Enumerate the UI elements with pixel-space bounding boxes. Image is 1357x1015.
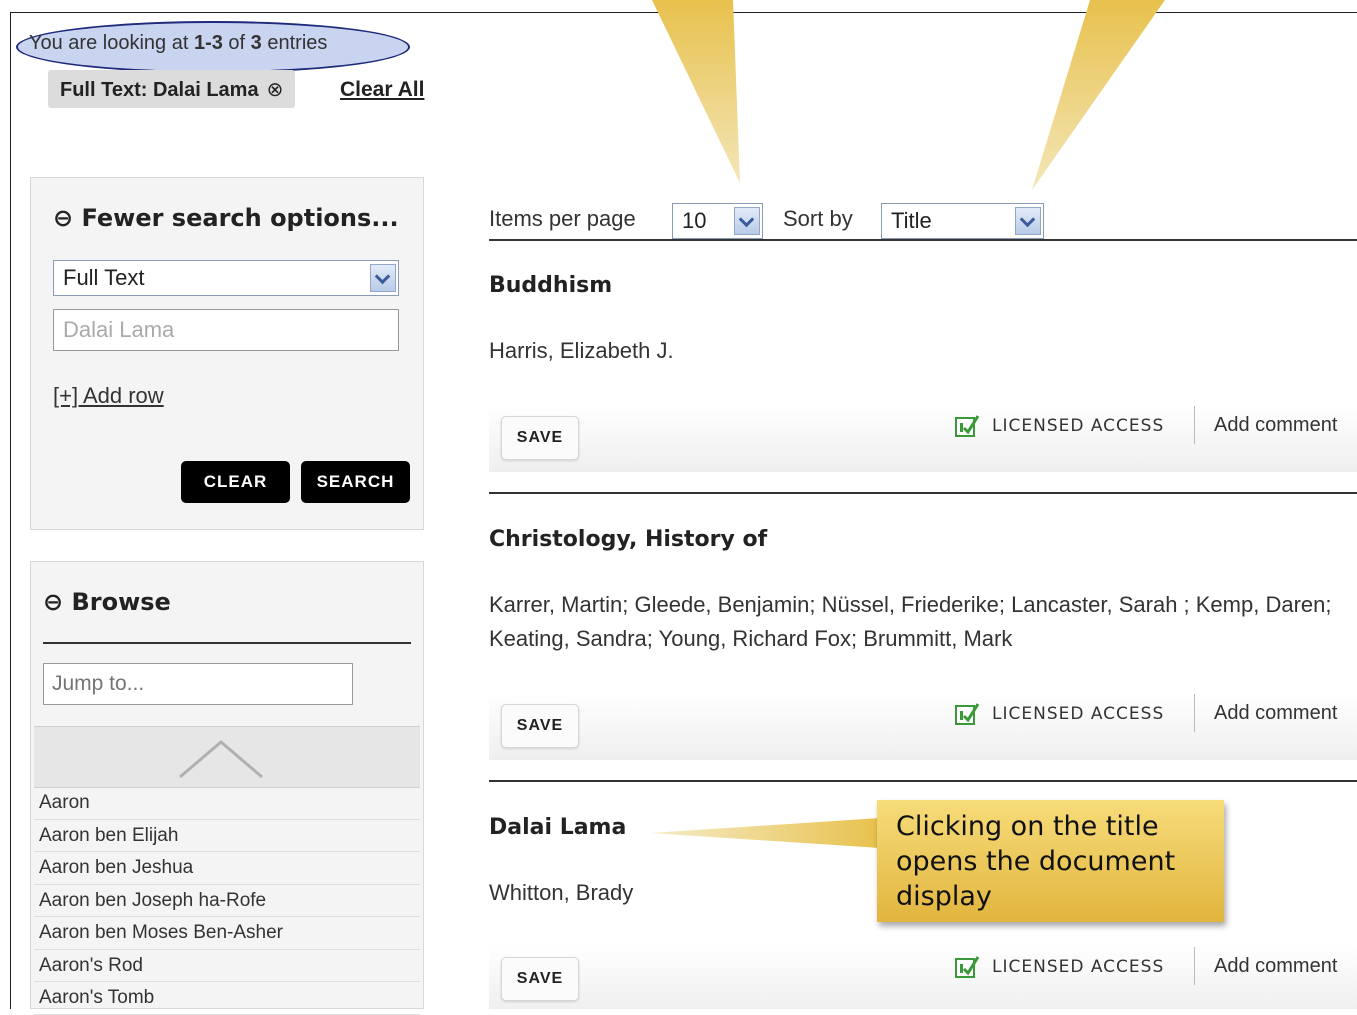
results-header-divider <box>489 239 1357 241</box>
summary-total: 3 <box>250 32 262 54</box>
add-row-link[interactable]: [+] Add row <box>53 383 164 409</box>
summary-prefix: You are looking at <box>29 32 189 54</box>
licensed-access-label: LICENSED ACCESS <box>992 416 1165 436</box>
search-field-value: Full Text <box>63 265 145 290</box>
result-title-buddhism[interactable]: Buddhism <box>489 273 612 298</box>
chevron-up-icon <box>179 740 263 779</box>
callout-text: Clicking on the title opens the document… <box>896 811 1176 912</box>
result-action-bar: SAVE LICENSED ACCESS Add comment <box>489 692 1357 760</box>
search-options-panel: ⊖ Fewer search options... Full Text Dala… <box>30 177 424 530</box>
active-filter-label: Full Text: Dalai Lama <box>60 79 259 101</box>
results-summary: You are looking at 1-3 of 3 entries <box>29 32 327 55</box>
sort-by-select[interactable]: Title <box>881 203 1044 239</box>
action-divider <box>1194 947 1195 985</box>
browse-divider <box>43 642 411 644</box>
licensed-access-icon <box>955 703 980 725</box>
circled-x-icon[interactable]: ⊗ <box>267 79 284 101</box>
active-filter-chip[interactable]: Full Text: Dalai Lama ⊗ <box>48 70 296 108</box>
result-action-bar: SAVE LICENSED ACCESS Add comment <box>489 404 1357 472</box>
result-authors: Harris, Elizabeth J. <box>489 338 674 363</box>
action-divider <box>1194 406 1195 444</box>
result-authors: Karrer, Martin; Gleede, Benjamin; Nüssel… <box>489 592 1332 651</box>
save-button[interactable]: SAVE <box>501 416 579 460</box>
browse-item-aarons-tomb[interactable]: Aaron's Tomb <box>34 982 420 1015</box>
chevron-down-icon[interactable] <box>1015 207 1041 235</box>
result-title-dalai-lama[interactable]: Dalai Lama <box>489 815 626 840</box>
summary-range: 1-3 <box>193 32 223 54</box>
add-comment-link[interactable]: Add comment <box>1214 414 1337 437</box>
items-per-page-value: 10 <box>682 208 707 233</box>
licensed-access-label: LICENSED ACCESS <box>992 704 1165 724</box>
clear-all-link[interactable]: Clear All <box>340 78 424 102</box>
summary-of: of <box>228 32 246 54</box>
add-comment-link[interactable]: Add comment <box>1214 955 1337 978</box>
result-divider <box>489 780 1357 782</box>
browse-item-aaron-ben-moses[interactable]: Aaron ben Moses Ben-Asher <box>34 917 420 950</box>
annotation-callout: Clicking on the title opens the document… <box>877 800 1224 922</box>
browse-item-aaron[interactable]: Aaron <box>34 787 420 820</box>
summary-suffix: entries <box>267 32 328 54</box>
clear-button[interactable]: CLEAR <box>181 461 290 503</box>
licensed-access-icon <box>955 956 980 978</box>
browse-scroll-up[interactable] <box>34 726 420 788</box>
add-comment-link[interactable]: Add comment <box>1214 702 1337 725</box>
items-per-page-label: Items per page <box>489 206 636 231</box>
browse-item-aaron-ben-elijah[interactable]: Aaron ben Elijah <box>34 820 420 852</box>
jump-to-input[interactable] <box>43 663 353 705</box>
chevron-down-icon[interactable] <box>734 207 760 235</box>
search-button[interactable]: SEARCH <box>301 461 410 503</box>
items-per-page-select[interactable]: 10 <box>672 203 763 239</box>
licensed-access-icon <box>955 415 980 437</box>
result-action-bar: SAVE LICENSED ACCESS Add comment <box>489 945 1357 1009</box>
browse-panel: ⊖ Browse Aaron Aaron ben Elijah Aaron be… <box>30 561 424 1015</box>
search-query-value: Dalai Lama <box>63 317 175 342</box>
search-query-input[interactable]: Dalai Lama <box>53 309 399 351</box>
save-button[interactable]: SAVE <box>501 957 579 1001</box>
search-panel-heading[interactable]: ⊖ Fewer search options... <box>53 204 399 232</box>
result-title-christology[interactable]: Christology, History of <box>489 527 767 552</box>
search-field-select[interactable]: Full Text <box>53 260 399 296</box>
licensed-access-label: LICENSED ACCESS <box>992 957 1165 977</box>
action-divider <box>1194 694 1195 732</box>
sort-by-label: Sort by <box>783 206 853 231</box>
browse-item-aaron-ben-joseph[interactable]: Aaron ben Joseph ha-Rofe <box>34 885 420 917</box>
result-divider <box>489 492 1357 494</box>
save-button[interactable]: SAVE <box>501 704 579 748</box>
chevron-down-icon[interactable] <box>370 264 396 292</box>
browse-item-aaron-ben-jeshua[interactable]: Aaron ben Jeshua <box>34 852 420 885</box>
browse-panel-heading[interactable]: ⊖ Browse <box>43 588 171 616</box>
sort-by-value: Title <box>891 208 932 233</box>
browse-item-aarons-rod[interactable]: Aaron's Rod <box>34 950 420 982</box>
browse-list: Aaron Aaron ben Elijah Aaron ben Jeshua … <box>34 787 420 1015</box>
